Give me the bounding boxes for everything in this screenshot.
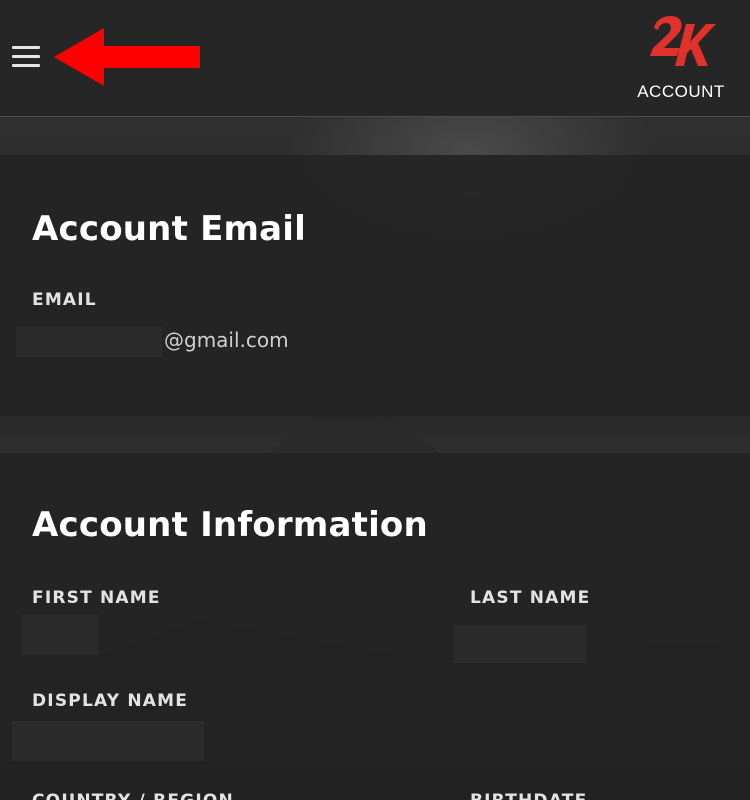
first-name-field[interactable] <box>22 615 98 655</box>
brand-logo-link[interactable]: ACCOUNT <box>626 14 736 106</box>
top-navigation-bar: ACCOUNT <box>0 0 750 117</box>
display-name-label: DISPLAY NAME <box>32 691 189 711</box>
2k-logo-icon <box>650 16 716 66</box>
email-label: EMAIL <box>32 290 97 310</box>
first-name-label: FIRST NAME <box>32 588 161 608</box>
redacted-email-user <box>16 327 162 357</box>
account-information-title: Account Information <box>32 505 428 545</box>
hamburger-menu-icon[interactable] <box>12 46 40 68</box>
red-arrow-icon <box>54 28 200 86</box>
birthdate-label: BIRTHDATE <box>470 791 587 800</box>
account-page: ACCOUNT Account Email EMAIL @gmail.com A… <box>0 0 750 800</box>
country-region-label: COUNTRY / REGION <box>32 791 234 800</box>
account-label: ACCOUNT <box>637 82 725 101</box>
last-name-field[interactable] <box>454 625 586 663</box>
last-name-label: LAST NAME <box>470 588 591 608</box>
account-email-title: Account Email <box>32 209 306 249</box>
account-email-section: Account Email EMAIL @gmail.com <box>0 155 750 416</box>
email-value: @gmail.com <box>164 328 289 352</box>
display-name-field[interactable] <box>12 721 204 761</box>
account-information-section: Account Information FIRST NAME LAST NAME… <box>0 453 750 800</box>
